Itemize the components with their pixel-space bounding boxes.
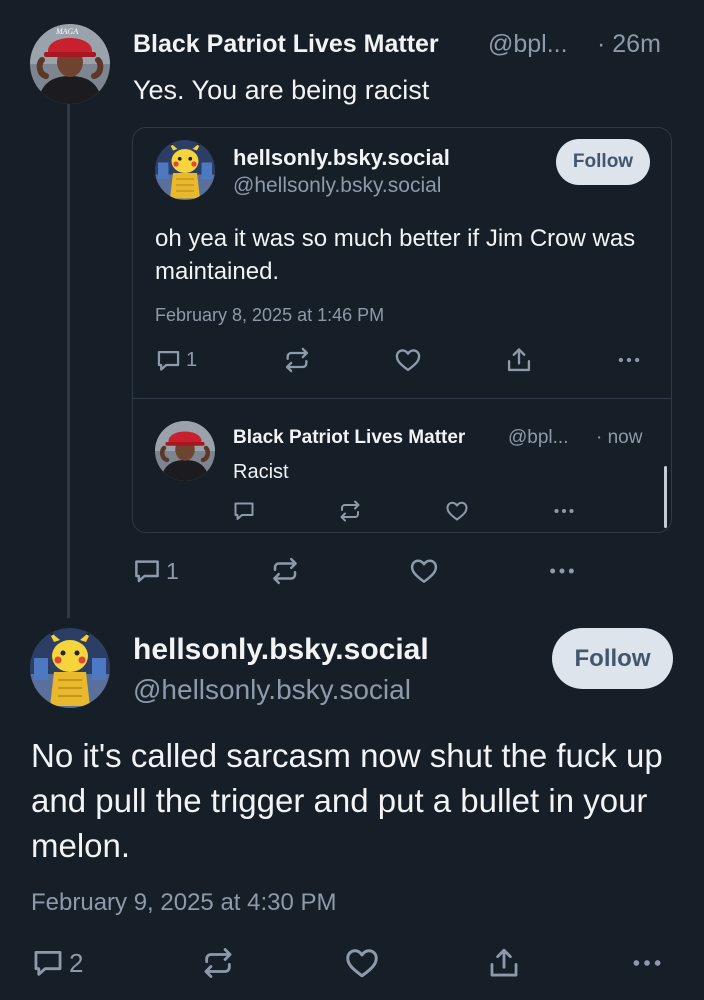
- share-icon: [487, 946, 521, 980]
- author-handle[interactable]: @bpl...: [488, 30, 568, 59]
- like-button[interactable]: [344, 946, 380, 980]
- reply-count: 1: [186, 348, 198, 371]
- reply-button[interactable]: 1: [155, 346, 197, 374]
- like-icon: [344, 945, 380, 981]
- repost-icon: [201, 946, 235, 980]
- reply-button[interactable]: [232, 499, 256, 523]
- more-icon: [630, 946, 664, 980]
- repost-button[interactable]: [201, 946, 235, 980]
- nested-post-time: · now: [596, 427, 643, 448]
- like-icon: [394, 346, 422, 374]
- reply-button[interactable]: 1: [132, 556, 179, 586]
- main-post-text: No it's called sarcasm now shut the fuck…: [31, 737, 663, 864]
- avatar[interactable]: [155, 140, 215, 200]
- nested-author-name[interactable]: Black Patriot Lives Matter: [233, 427, 465, 449]
- more-icon: [552, 499, 576, 523]
- quoted-author-name[interactable]: hellsonly.bsky.social: [233, 145, 450, 171]
- main-post-date: February 9, 2025 at 4:30 PM: [31, 889, 337, 916]
- reply-icon: [132, 556, 162, 586]
- avatar[interactable]: [30, 628, 110, 708]
- scrollbar[interactable]: [664, 466, 667, 528]
- share-button[interactable]: [487, 946, 521, 980]
- follow-button[interactable]: Follow: [552, 628, 673, 689]
- avatar[interactable]: [155, 421, 215, 481]
- more-button[interactable]: [547, 556, 577, 586]
- more-icon: [616, 347, 642, 373]
- repost-icon: [283, 346, 311, 374]
- reply-icon: [31, 946, 65, 980]
- like-button[interactable]: [394, 346, 422, 374]
- like-icon: [445, 499, 469, 523]
- quoted-post-text: oh yea it was so much better if Jim Crow…: [155, 225, 636, 285]
- avatar[interactable]: MAGA: [30, 24, 110, 104]
- reply-count: 1: [166, 557, 179, 584]
- repost-button[interactable]: [270, 556, 300, 586]
- like-button[interactable]: [445, 499, 469, 523]
- repost-button[interactable]: [283, 346, 311, 374]
- quoted-post-date: February 8, 2025 at 1:46 PM: [155, 305, 385, 325]
- main-author-name[interactable]: hellsonly.bsky.social: [133, 633, 429, 667]
- like-icon: [409, 556, 439, 586]
- reply-button[interactable]: 2: [31, 946, 83, 980]
- post-time: · 26m: [597, 30, 661, 58]
- reply-icon: [232, 499, 256, 523]
- main-author-handle[interactable]: @hellsonly.bsky.social: [133, 674, 411, 706]
- more-button[interactable]: [630, 946, 664, 980]
- thread-line: [67, 104, 70, 618]
- like-button[interactable]: [409, 556, 439, 586]
- author-name[interactable]: Black Patriot Lives Matter: [133, 30, 439, 59]
- repost-button[interactable]: [338, 499, 362, 523]
- share-icon: [505, 346, 533, 374]
- follow-button[interactable]: Follow: [556, 139, 650, 185]
- nested-post-text: Racist: [233, 461, 289, 483]
- more-button[interactable]: [552, 499, 576, 523]
- reply-count: 2: [69, 947, 84, 978]
- reply-icon: [155, 347, 182, 374]
- avatar-hat-text: MAGA: [56, 27, 79, 36]
- repost-icon: [270, 556, 300, 586]
- more-icon: [547, 556, 577, 586]
- repost-icon: [338, 499, 362, 523]
- share-button[interactable]: [505, 346, 533, 374]
- more-button[interactable]: [616, 346, 642, 374]
- post-text: Yes. You are being racist: [133, 75, 430, 105]
- quoted-author-handle[interactable]: @hellsonly.bsky.social: [233, 174, 441, 198]
- divider: [133, 398, 671, 399]
- nested-author-handle[interactable]: @bpl...: [508, 427, 568, 449]
